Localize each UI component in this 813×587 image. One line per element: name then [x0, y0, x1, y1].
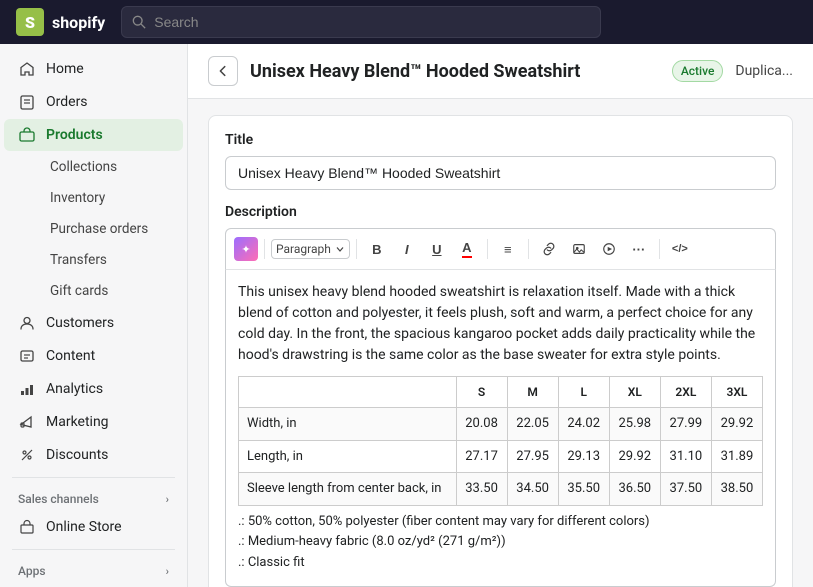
sidebar-item-analytics[interactable]: Analytics — [4, 373, 183, 405]
discounts-icon — [18, 446, 36, 464]
product-details-card: Title Description ✦ Paragraph B I U — [208, 115, 793, 587]
sidebar-item-orders-label: Orders — [46, 94, 88, 110]
sidebar-item-discounts-label: Discounts — [46, 447, 108, 463]
back-icon — [216, 64, 230, 78]
editor-body[interactable]: This unisex heavy blend hooded sweatshir… — [225, 270, 776, 587]
toolbar-sep-4 — [528, 239, 529, 259]
text-color-button[interactable]: A — [453, 235, 481, 263]
orders-icon — [18, 93, 36, 111]
sidebar-item-analytics-label: Analytics — [46, 381, 103, 397]
sidebar-item-lulu-direct[interactable]: ◆ Lulu Direct — [4, 583, 183, 587]
page-title: Unisex Heavy Blend™ Hooded Sweatshirt — [250, 61, 660, 82]
toolbar-sep-3 — [487, 239, 488, 259]
apps-label: Apps › — [0, 556, 187, 582]
sidebar-item-content[interactable]: Content — [4, 340, 183, 372]
topbar: S shopify — [0, 0, 813, 44]
logo-text: shopify — [52, 13, 105, 32]
sidebar-item-content-label: Content — [46, 348, 95, 364]
main-content: Unisex Heavy Blend™ Hooded Sweatshirt Ac… — [188, 44, 813, 587]
sidebar-item-products-label: Products — [46, 127, 103, 143]
bold-button[interactable]: B — [363, 235, 391, 263]
sidebar-item-inventory-label: Inventory — [50, 190, 105, 206]
description-text: This unisex heavy blend hooded sweatshir… — [238, 282, 763, 366]
sidebar-item-marketing[interactable]: Marketing — [4, 406, 183, 438]
sidebar-item-transfers[interactable]: Transfers — [36, 245, 183, 275]
content-icon — [18, 347, 36, 365]
chevron-right-icon-2: › — [166, 565, 169, 578]
sidebar-item-transfers-label: Transfers — [50, 252, 107, 268]
home-icon — [18, 60, 36, 78]
search-input[interactable] — [154, 14, 590, 30]
video-button[interactable] — [595, 235, 623, 263]
chevron-right-icon: › — [166, 493, 169, 506]
editor-toolbar: ✦ Paragraph B I U A ≡ — [225, 228, 776, 270]
sidebar-item-online-store-label: Online Store — [46, 519, 122, 535]
logo-icon: S — [16, 8, 44, 36]
sidebar-item-inventory[interactable]: Inventory — [36, 183, 183, 213]
sidebar-item-purchase-orders-label: Purchase orders — [50, 221, 148, 237]
sidebar: Home Orders Products Collections Invento… — [0, 44, 188, 587]
sidebar-item-collections-label: Collections — [50, 159, 117, 175]
sidebar-item-discounts[interactable]: Discounts — [4, 439, 183, 471]
chevron-down-icon — [335, 244, 345, 254]
sidebar-item-home-label: Home — [46, 61, 84, 77]
customers-icon — [18, 314, 36, 332]
search-bar[interactable] — [121, 6, 601, 38]
sidebar-item-gift-cards-label: Gift cards — [50, 283, 108, 299]
image-icon — [572, 242, 586, 256]
sidebar-divider-2 — [12, 549, 175, 550]
sales-channels-label: Sales channels › — [0, 484, 187, 510]
bullet-list: 50% cotton, 50% polyester (fiber content… — [238, 512, 763, 574]
sidebar-item-gift-cards[interactable]: Gift cards — [36, 276, 183, 306]
link-button[interactable] — [535, 235, 563, 263]
toolbar-sep-2 — [356, 239, 357, 259]
duplicate-button[interactable]: Duplica... — [735, 63, 793, 79]
image-button[interactable] — [565, 235, 593, 263]
description-field-label: Description — [225, 204, 776, 220]
products-icon — [18, 126, 36, 144]
video-icon — [602, 242, 616, 256]
logo: S shopify — [16, 8, 105, 36]
marketing-icon — [18, 413, 36, 431]
italic-button[interactable]: I — [393, 235, 421, 263]
page-header: Unisex Heavy Blend™ Hooded Sweatshirt Ac… — [188, 44, 813, 99]
size-table: SMLXL2XL3XLWidth, in20.0822.0524.0225.98… — [238, 376, 763, 506]
toolbar-sep-1 — [264, 239, 265, 259]
sidebar-item-orders[interactable]: Orders — [4, 86, 183, 118]
align-button[interactable]: ≡ — [494, 235, 522, 263]
more-button[interactable]: ··· — [625, 235, 653, 263]
underline-button[interactable]: U — [423, 235, 451, 263]
sidebar-item-collections[interactable]: Collections — [36, 152, 183, 182]
code-button[interactable]: </> — [666, 235, 694, 263]
store-icon — [18, 518, 36, 536]
status-badge: Active — [672, 60, 724, 82]
page-body: Title Description ✦ Paragraph B I U — [188, 99, 813, 587]
title-input[interactable] — [225, 156, 776, 190]
magic-toolbar-button[interactable]: ✦ — [234, 237, 258, 261]
sidebar-item-home[interactable]: Home — [4, 53, 183, 85]
search-icon — [132, 15, 146, 29]
link-icon — [542, 242, 556, 256]
sidebar-item-online-store[interactable]: Online Store — [4, 511, 183, 543]
sidebar-item-purchase-orders[interactable]: Purchase orders — [36, 214, 183, 244]
sidebar-divider-1 — [12, 477, 175, 478]
sidebar-item-products[interactable]: Products — [4, 119, 183, 151]
paragraph-select[interactable]: Paragraph — [271, 239, 350, 259]
sidebar-item-customers-label: Customers — [46, 315, 114, 331]
toolbar-sep-5 — [659, 239, 660, 259]
sidebar-item-customers[interactable]: Customers — [4, 307, 183, 339]
analytics-icon — [18, 380, 36, 398]
sidebar-item-marketing-label: Marketing — [46, 414, 109, 430]
back-button[interactable] — [208, 56, 238, 86]
title-field-label: Title — [225, 132, 776, 148]
